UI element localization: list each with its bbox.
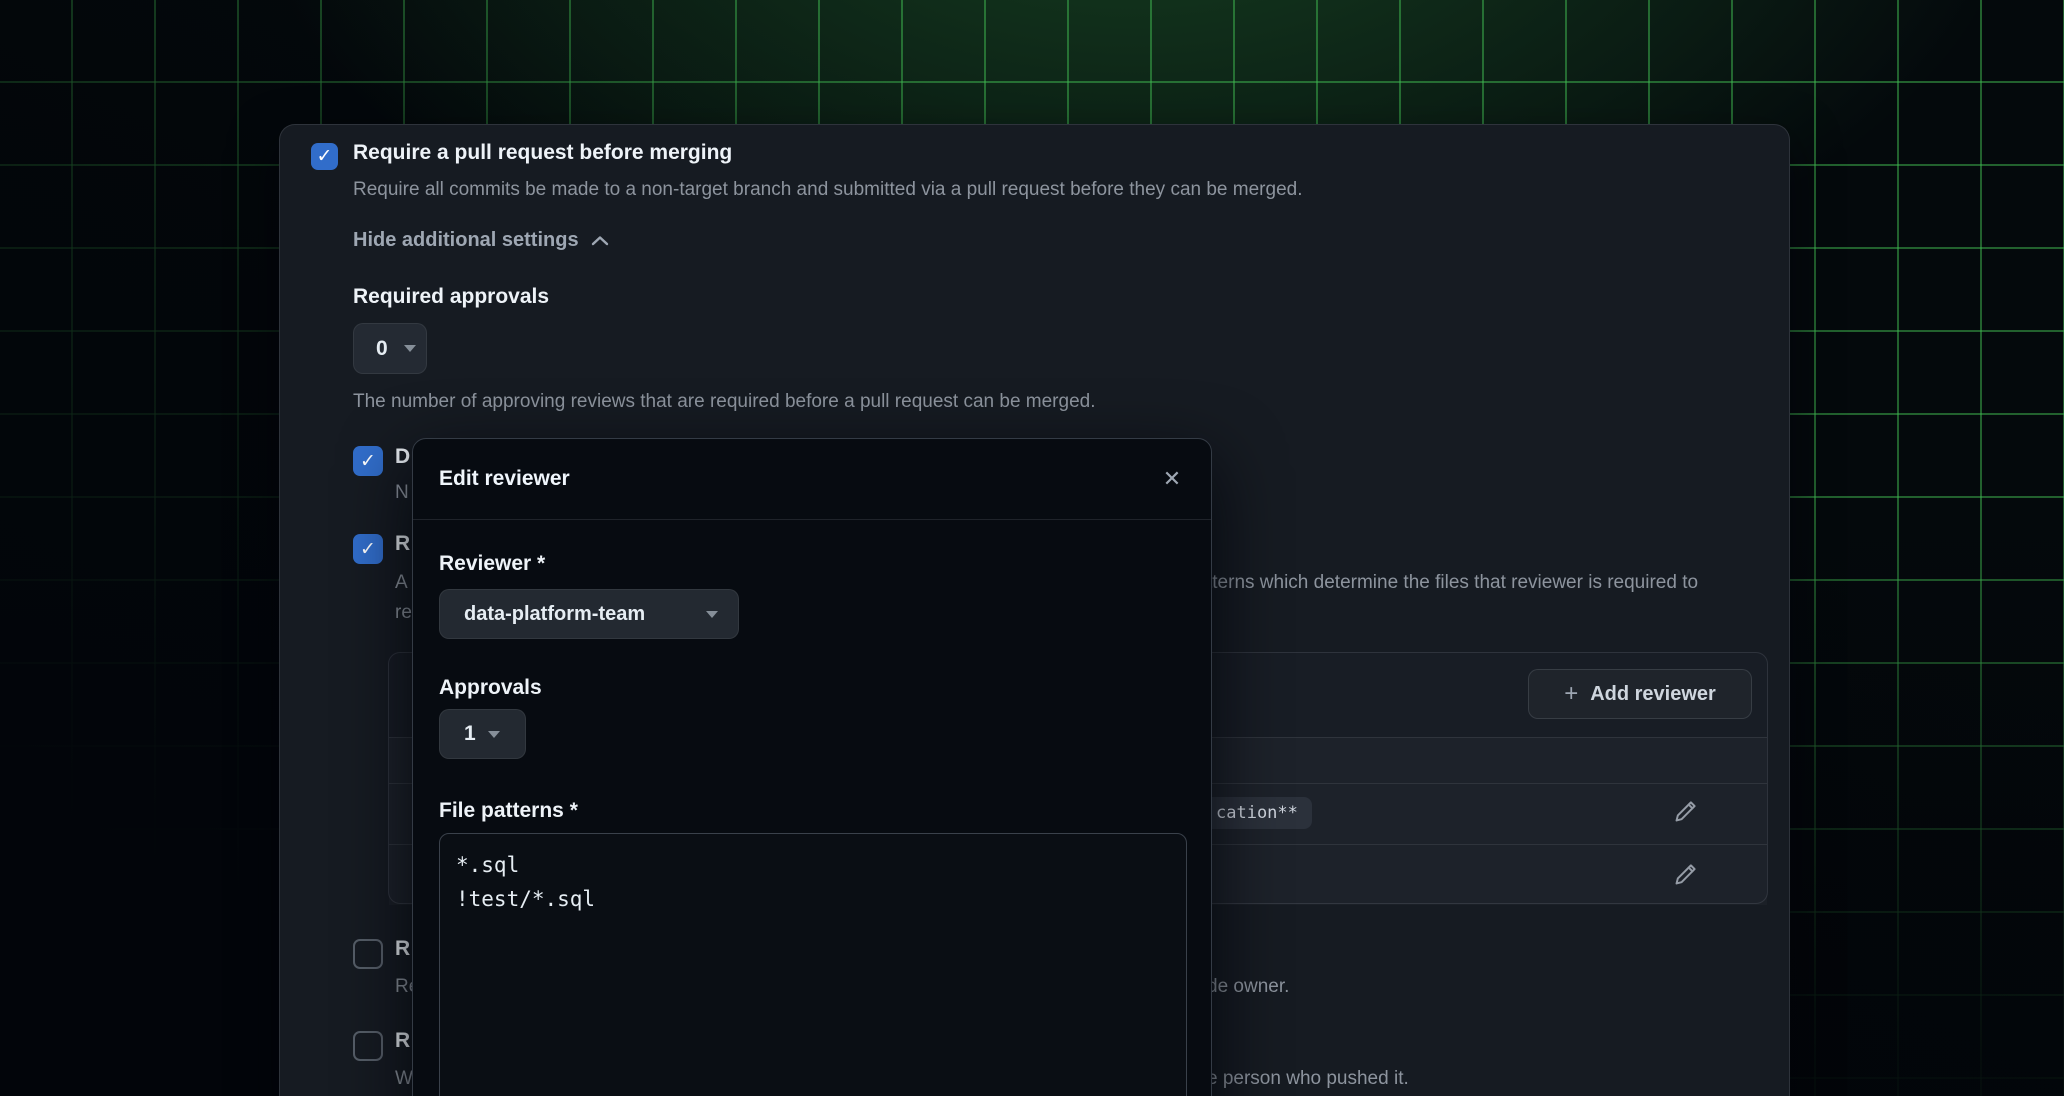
option-1-checkbox[interactable]: ✓ <box>353 446 383 476</box>
checkmark-icon: ✓ <box>360 452 376 471</box>
pencil-icon <box>1672 860 1700 888</box>
reviewer-select[interactable]: data-platform-team <box>439 589 739 639</box>
close-icon: ✕ <box>1163 466 1181 492</box>
option-2-description-fragment-line2: re <box>395 598 412 628</box>
option-3-description-right-fragment: de owner. <box>1207 972 1289 1002</box>
checkmark-icon: ✓ <box>360 540 376 559</box>
add-reviewer-button[interactable]: + Add reviewer <box>1528 669 1752 719</box>
add-reviewer-label: Add reviewer <box>1590 683 1716 706</box>
approvals-select-value: 1 <box>464 722 476 746</box>
modal-title: Edit reviewer <box>439 467 570 491</box>
option-3-checkbox[interactable] <box>353 939 383 969</box>
require-pull-request-checkbox[interactable]: ✓ <box>311 143 338 170</box>
modal-header: Edit reviewer ✕ <box>413 439 1211 520</box>
option-2-label-fragment: R <box>395 532 410 556</box>
checkmark-icon: ✓ <box>317 147 333 166</box>
screen: ✓ Require a pull request before merging … <box>0 0 2064 1096</box>
option-4-description-fragment: W <box>395 1064 413 1094</box>
caret-down-icon <box>488 731 500 738</box>
pencil-icon <box>1672 797 1700 825</box>
approvals-select[interactable]: 1 <box>439 709 526 759</box>
file-pattern-badge: cation** <box>1202 797 1312 829</box>
caret-down-icon <box>706 611 718 618</box>
required-approvals-heading: Required approvals <box>353 285 549 309</box>
option-2-checkbox[interactable]: ✓ <box>353 534 383 564</box>
option-1-description-fragment: N <box>395 478 409 508</box>
edit-reviewer-row-button[interactable] <box>1672 860 1700 888</box>
reviewer-field-label: Reviewer * <box>439 552 545 576</box>
edit-reviewer-row-button[interactable] <box>1672 797 1700 825</box>
option-4-description-right-fragment: e person who pushed it. <box>1207 1064 1409 1094</box>
approvals-field-label: Approvals <box>439 676 542 700</box>
option-2-description-fragment: A <box>395 568 408 598</box>
caret-down-icon <box>404 345 416 352</box>
edit-reviewer-modal: Edit reviewer ✕ Reviewer * data-platform… <box>412 438 1212 1096</box>
required-approvals-select[interactable]: 0 <box>353 323 427 374</box>
reviewer-select-value: data-platform-team <box>464 603 645 626</box>
file-patterns-field-label: File patterns * <box>439 799 578 823</box>
chevron-up-icon <box>591 235 609 247</box>
file-patterns-textarea[interactable]: *.sql !test/*.sql <box>439 833 1187 1096</box>
option-4-checkbox[interactable] <box>353 1031 383 1061</box>
option-2-description-right-fragment: tterns which determine the files that re… <box>1207 568 1698 598</box>
required-approvals-description: The number of approving reviews that are… <box>353 387 1095 417</box>
option-1-label-fragment: D <box>395 445 410 469</box>
modal-close-button[interactable]: ✕ <box>1154 461 1190 497</box>
hide-additional-settings-toggle[interactable]: Hide additional settings <box>353 229 609 252</box>
rule-description: Require all commits be made to a non-tar… <box>353 175 1302 205</box>
plus-icon: + <box>1564 682 1578 706</box>
option-3-label-fragment: R <box>395 937 410 961</box>
rule-title: Require a pull request before merging <box>353 141 732 165</box>
option-4-label-fragment: R <box>395 1029 410 1053</box>
hide-settings-label: Hide additional settings <box>353 229 579 252</box>
required-approvals-value: 0 <box>376 337 388 361</box>
